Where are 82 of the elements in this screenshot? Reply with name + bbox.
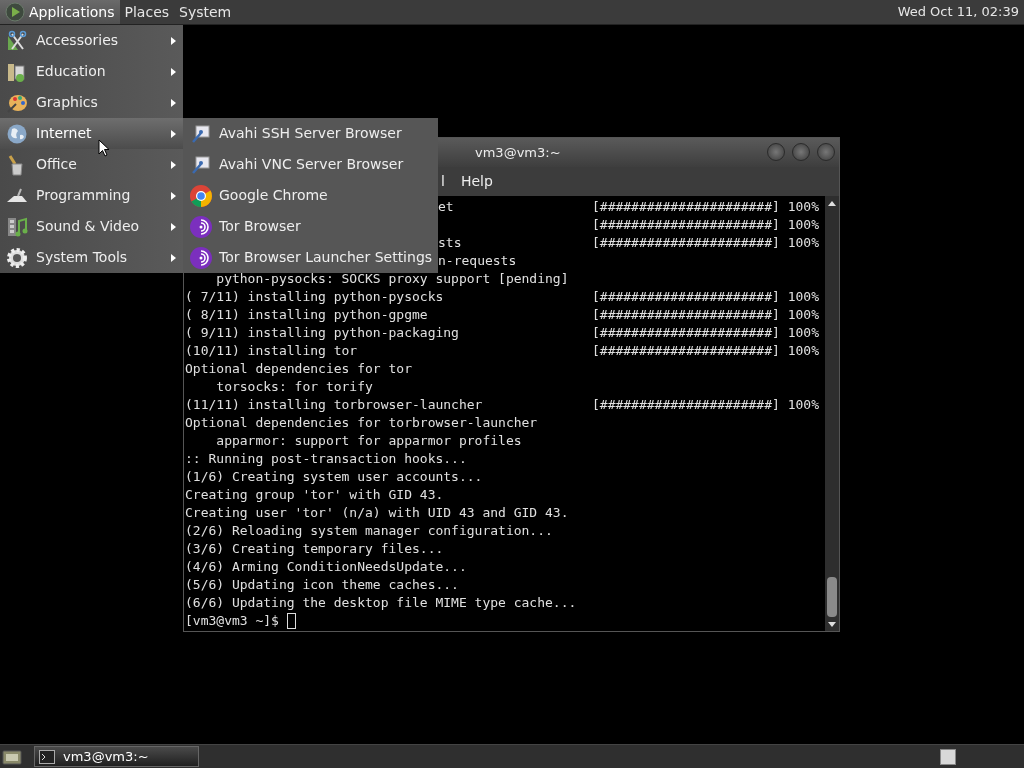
terminal-line: Creating user 'tor' (n/a) with UID 43 and GID 43.: [185, 505, 569, 520]
menu-item[interactable]: Office: [0, 149, 183, 180]
progress-text: [######################] 100%: [592, 343, 819, 358]
submenu-arrow-icon: [170, 252, 177, 263]
terminal-line: et: [438, 199, 454, 214]
taskbar-button[interactable]: vm3@vm3:~: [34, 746, 199, 767]
chrome-icon: [189, 183, 213, 208]
terminal-line: Optional dependencies for torbrowser-launcher: [185, 415, 538, 430]
terminal-line: (6/6) Updating the desktop file MIME type cache...: [185, 595, 577, 610]
menu-item[interactable]: Tor Browser Launcher Settings: [183, 242, 438, 273]
scroll-up-icon[interactable]: [827, 199, 837, 207]
terminal-line: ( 8/11) installing python-gpgme: [185, 307, 428, 322]
onion-icon: [189, 214, 213, 239]
submenu-arrow-icon: [170, 128, 177, 139]
terminal-line: :: Running post-transaction hooks...: [185, 451, 467, 466]
terminal-line: n-requests: [438, 253, 517, 268]
submenu-arrow-icon: [170, 97, 177, 108]
panel-menu[interactable]: Applications: [0, 0, 120, 24]
submenu-arrow-icon: [170, 190, 177, 201]
distro-logo-icon: [5, 2, 25, 22]
scrollbar-thumb[interactable]: [827, 577, 837, 617]
scissors-ruler-icon: [6, 29, 28, 52]
globe-icon: [6, 122, 28, 145]
show-desktop-icon[interactable]: [2, 747, 22, 766]
progress-text: [######################] 100%: [592, 217, 819, 232]
menu-item[interactable]: Accessories: [0, 25, 183, 56]
window-title: vm3@vm3:~: [475, 143, 561, 162]
menu-item[interactable]: Google Chrome: [183, 180, 438, 211]
progress-text: [######################] 100%: [592, 325, 819, 340]
menu-item[interactable]: Sound & Video: [0, 211, 183, 242]
terminal-line: (4/6) Arming ConditionNeedsUpdate...: [185, 559, 467, 574]
mouse-pointer-icon: [98, 139, 110, 157]
terminal-line: ( 7/11) installing python-pysocks: [185, 289, 444, 304]
terminal-line: Optional dependencies for tor: [185, 361, 412, 376]
panel-menu[interactable]: Places: [119, 0, 175, 24]
maximize-button[interactable]: [792, 143, 810, 161]
submenu-arrow-icon: [170, 221, 177, 232]
terminal-line: (10/11) installing tor: [185, 343, 358, 358]
menu-item[interactable]: Tor Browser: [183, 211, 438, 242]
terminal-prompt: [vm3@vm3 ~]$: [185, 612, 279, 630]
menu-item[interactable]: l: [441, 171, 445, 192]
menu-item[interactable]: Programming: [0, 180, 183, 211]
progress-text: [######################] 100%: [592, 289, 819, 304]
progress-text: [######################] 100%: [592, 235, 819, 250]
terminal-line: (2/6) Reloading system manager configuration...: [185, 523, 553, 538]
terminal-line: torsocks: for torify: [215, 379, 373, 394]
scroll-down-icon[interactable]: [827, 621, 837, 629]
menu-item[interactable]: System Tools: [0, 242, 183, 273]
menu-item[interactable]: Internet: [0, 118, 183, 149]
submenu-arrow-icon: [170, 35, 177, 46]
menu-item[interactable]: Help: [460, 171, 493, 192]
submenu-arrow-icon: [170, 159, 177, 170]
film-music-icon: [6, 215, 28, 238]
terminal-line: sts: [438, 235, 462, 250]
magnifier-monitor-icon: [191, 154, 211, 175]
close-button[interactable]: [817, 143, 835, 161]
menu-item[interactable]: Avahi SSH Server Browser: [183, 118, 438, 149]
menu-item[interactable]: Education: [0, 56, 183, 87]
terminal-icon: [39, 749, 55, 764]
terminal-line: python-pysocks: SOCKS proxy support [pending]: [215, 271, 569, 286]
terminal-line: (1/6) Creating system user accounts...: [185, 469, 483, 484]
text-cursor: [286, 613, 296, 629]
workspace-switcher[interactable]: [940, 748, 956, 765]
onion-icon: [189, 245, 213, 270]
clock[interactable]: Wed Oct 11, 02:39: [897, 2, 1024, 22]
menu-item[interactable]: Graphics: [0, 87, 183, 118]
terminal-line: ( 9/11) installing python-packaging: [185, 325, 459, 340]
submenu-arrow-icon: [170, 66, 177, 77]
progress-text: [######################] 100%: [592, 199, 819, 214]
progress-text: [######################] 100%: [592, 397, 819, 412]
progress-text: [######################] 100%: [592, 307, 819, 322]
terminal-line: (5/6) Updating icon theme caches...: [185, 577, 459, 592]
menu-item[interactable]: Avahi VNC Server Browser: [183, 149, 438, 180]
panel-menu[interactable]: System: [174, 0, 237, 24]
gear-icon: [6, 246, 28, 269]
terminal-line: apparmor: support for apparmor profiles: [215, 433, 522, 448]
terminal-line: (11/11) installing torbrowser-launcher: [185, 397, 483, 412]
terminal-line: Creating group 'tor' with GID 43.: [185, 487, 444, 502]
minimize-button[interactable]: [767, 143, 785, 161]
magnifier-monitor-icon: [191, 123, 211, 144]
terminal-line: (3/6) Creating temporary files...: [185, 541, 444, 556]
scrollbar[interactable]: [825, 196, 839, 631]
